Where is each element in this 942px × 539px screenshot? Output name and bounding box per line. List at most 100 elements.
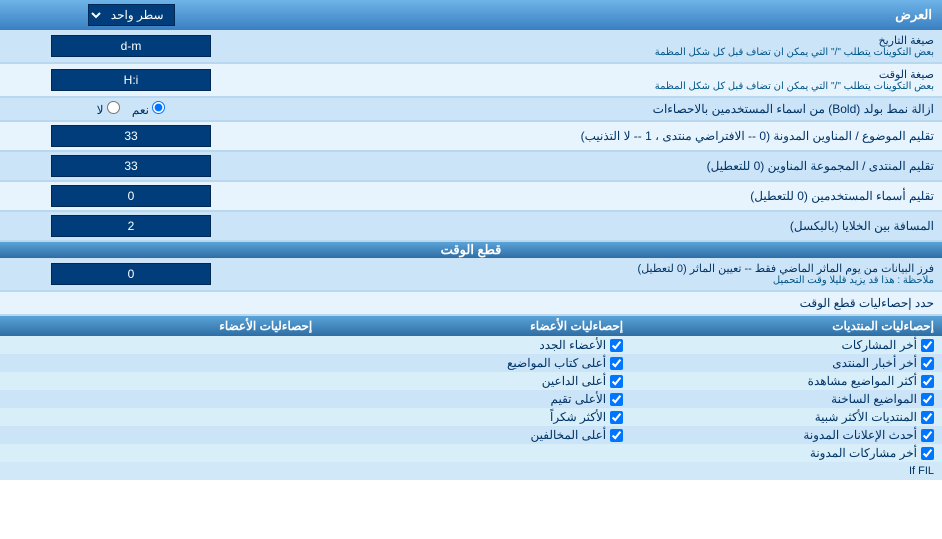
- date-format-hint: بعض التكوينات يتطلب "/" التي يمكن ان تضا…: [270, 47, 934, 58]
- time-format-hint: بعض التكوينات يتطلب "/" التي يمكن ان تضا…: [270, 81, 934, 92]
- cb-posts-text: أخر المشاركات: [842, 338, 917, 352]
- time-format-title: صيغة الوقت: [270, 68, 934, 81]
- cb-news-label[interactable]: أخر أخبار المنتدى: [639, 356, 934, 370]
- cb-col2-header: إحصاءليات الأعضاء: [320, 316, 631, 336]
- dropdown-cell[interactable]: سطر واحد: [0, 0, 262, 30]
- bold-no-label[interactable]: لا: [97, 101, 120, 117]
- cb-blog-posts[interactable]: [921, 447, 934, 460]
- cb-new-members-text: الأعضاء الجدد: [539, 338, 606, 352]
- cb-item-most-viewed[interactable]: أكثر المواضيع مشاهدة: [631, 372, 942, 390]
- cb-item-hot[interactable]: المواضيع الساخنة: [631, 390, 942, 408]
- cb-top-writers-text: أعلى كتاب المواضيع: [507, 356, 606, 370]
- cb-most-viewed[interactable]: [921, 375, 934, 388]
- cb-most-thanks[interactable]: [610, 411, 623, 424]
- cb-hot-label[interactable]: المواضيع الساخنة: [639, 392, 934, 406]
- cb-hot-text: المواضيع الساخنة: [831, 392, 917, 406]
- cb-col3-header: إحصاءليات الأعضاء: [0, 316, 320, 336]
- cb-item-top-violations[interactable]: أعلى المخالفين: [320, 426, 631, 444]
- stats-limit-label: حدد إحصاءليات قطع الوقت: [0, 292, 942, 314]
- cb-item-announcements[interactable]: أحدث الإعلانات المدونة: [631, 426, 942, 444]
- cb-popular-text: المنتديات الأكثر شبية: [815, 410, 917, 424]
- cb-top-callers-label[interactable]: أعلى الداعين: [328, 374, 623, 388]
- forum-trim-label: تقليم المنتدى / المجموعة المناوين (0 للت…: [262, 152, 942, 180]
- cb-news[interactable]: [921, 357, 934, 370]
- cb-col1-header: إحصاءليات المنتديات: [631, 316, 942, 336]
- cb-col3-empty4: [0, 390, 320, 408]
- cb-col3-empty6: [0, 426, 320, 444]
- cell-space-label: المسافة بين الخلايا (بالبكسل): [262, 212, 942, 240]
- cb-top-violations[interactable]: [610, 429, 623, 442]
- cb-col3-empty7: [0, 444, 320, 462]
- time-format-input[interactable]: [51, 69, 211, 91]
- bold-label: ازالة نمط بولد (Bold) من اسماء المستخدمي…: [262, 98, 942, 120]
- cb-top-writers-label[interactable]: أعلى كتاب المواضيع: [328, 356, 623, 370]
- cb-popular-label[interactable]: المنتديات الأكثر شبية: [639, 410, 934, 424]
- cell-space-input[interactable]: [51, 215, 211, 237]
- cb-announcements-text: أحدث الإعلانات المدونة: [803, 428, 917, 442]
- topics-trim-input-cell[interactable]: [0, 122, 262, 150]
- cb-news-text: أخر أخبار المنتدى: [832, 356, 917, 370]
- users-trim-input[interactable]: [51, 185, 211, 207]
- cb-new-members[interactable]: [610, 339, 623, 352]
- cb-hot[interactable]: [921, 393, 934, 406]
- cb-top-rated[interactable]: [610, 393, 623, 406]
- cb-top-rated-text: الأعلى تقيم: [550, 392, 606, 406]
- date-format-input-cell[interactable]: [0, 30, 262, 62]
- cutoff-label: فرز البيانات من يوم الماثر الماضي فقط --…: [262, 258, 942, 290]
- bottom-note: If FIL: [0, 462, 942, 480]
- cb-popular[interactable]: [921, 411, 934, 424]
- cb-most-viewed-label[interactable]: أكثر المواضيع مشاهدة: [639, 374, 934, 388]
- cell-space-input-cell[interactable]: [0, 212, 262, 240]
- cb-top-callers-text: أعلى الداعين: [542, 374, 606, 388]
- bold-radio-cell: نعم لا: [0, 98, 262, 120]
- cb-item-posts[interactable]: أخر المشاركات: [631, 336, 942, 354]
- cb-item-top-writers[interactable]: أعلى كتاب المواضيع: [320, 354, 631, 372]
- topics-trim-label: تقليم الموضوع / المناوين المدونة (0 -- ا…: [262, 122, 942, 150]
- cutoff-input[interactable]: [51, 263, 211, 285]
- cb-col3-empty1: [0, 336, 320, 354]
- cb-item-new-members[interactable]: الأعضاء الجدد: [320, 336, 631, 354]
- cb-item-most-thanks[interactable]: الأكثر شكراً: [320, 408, 631, 426]
- cb-item-popular[interactable]: المنتديات الأكثر شبية: [631, 408, 942, 426]
- cb-blog-posts-label[interactable]: أخر مشاركات المدونة: [639, 446, 934, 460]
- users-trim-label: تقليم أسماء المستخدمين (0 للتعطيل): [262, 182, 942, 210]
- cb-top-callers[interactable]: [610, 375, 623, 388]
- bold-no-radio[interactable]: [107, 101, 120, 114]
- date-format-input[interactable]: [51, 35, 211, 57]
- cutoff-section-header: قطع الوقت: [0, 242, 942, 258]
- cutoff-input-cell[interactable]: [0, 258, 262, 290]
- cb-most-thanks-label[interactable]: الأكثر شكراً: [328, 410, 623, 424]
- cb-top-violations-label[interactable]: أعلى المخالفين: [328, 428, 623, 442]
- cb-posts[interactable]: [921, 339, 934, 352]
- cb-col2-empty7: [320, 444, 631, 462]
- users-trim-input-cell[interactable]: [0, 182, 262, 210]
- bold-yes-radio[interactable]: [152, 101, 165, 114]
- bold-yes-label[interactable]: نعم: [132, 101, 165, 117]
- cb-top-violations-text: أعلى المخالفين: [531, 428, 607, 442]
- cb-item-news[interactable]: أخر أخبار المنتدى: [631, 354, 942, 372]
- forum-trim-input[interactable]: [51, 155, 211, 177]
- cb-announcements[interactable]: [921, 429, 934, 442]
- cb-col3-empty5: [0, 408, 320, 426]
- time-format-label: صيغة الوقت بعض التكوينات يتطلب "/" التي …: [262, 64, 942, 96]
- date-format-label: صيغة التاريخ بعض التكوينات يتطلب "/" الت…: [262, 30, 942, 62]
- time-format-input-cell[interactable]: [0, 64, 262, 96]
- cb-col3-empty2: [0, 354, 320, 372]
- cb-most-thanks-text: الأكثر شكراً: [550, 410, 606, 424]
- forum-trim-input-cell[interactable]: [0, 152, 262, 180]
- cb-announcements-label[interactable]: أحدث الإعلانات المدونة: [639, 428, 934, 442]
- view-select[interactable]: سطر واحد: [88, 4, 175, 26]
- cb-item-top-rated[interactable]: الأعلى تقيم: [320, 390, 631, 408]
- topics-trim-input[interactable]: [51, 125, 211, 147]
- cb-col3-empty3: [0, 372, 320, 390]
- cb-item-blog-posts[interactable]: أخر مشاركات المدونة: [631, 444, 942, 462]
- cb-item-top-callers[interactable]: أعلى الداعين: [320, 372, 631, 390]
- cb-blog-posts-text: أخر مشاركات المدونة: [810, 446, 917, 460]
- cb-top-rated-label[interactable]: الأعلى تقيم: [328, 392, 623, 406]
- cb-most-viewed-text: أكثر المواضيع مشاهدة: [808, 374, 917, 388]
- section-title: العرض: [262, 0, 942, 30]
- cb-posts-label[interactable]: أخر المشاركات: [639, 338, 934, 352]
- cutoff-note: ملاحظة : هذا قد يزيد قليلا وقت التحميل: [270, 275, 934, 286]
- cb-new-members-label[interactable]: الأعضاء الجدد: [328, 338, 623, 352]
- cb-top-writers[interactable]: [610, 357, 623, 370]
